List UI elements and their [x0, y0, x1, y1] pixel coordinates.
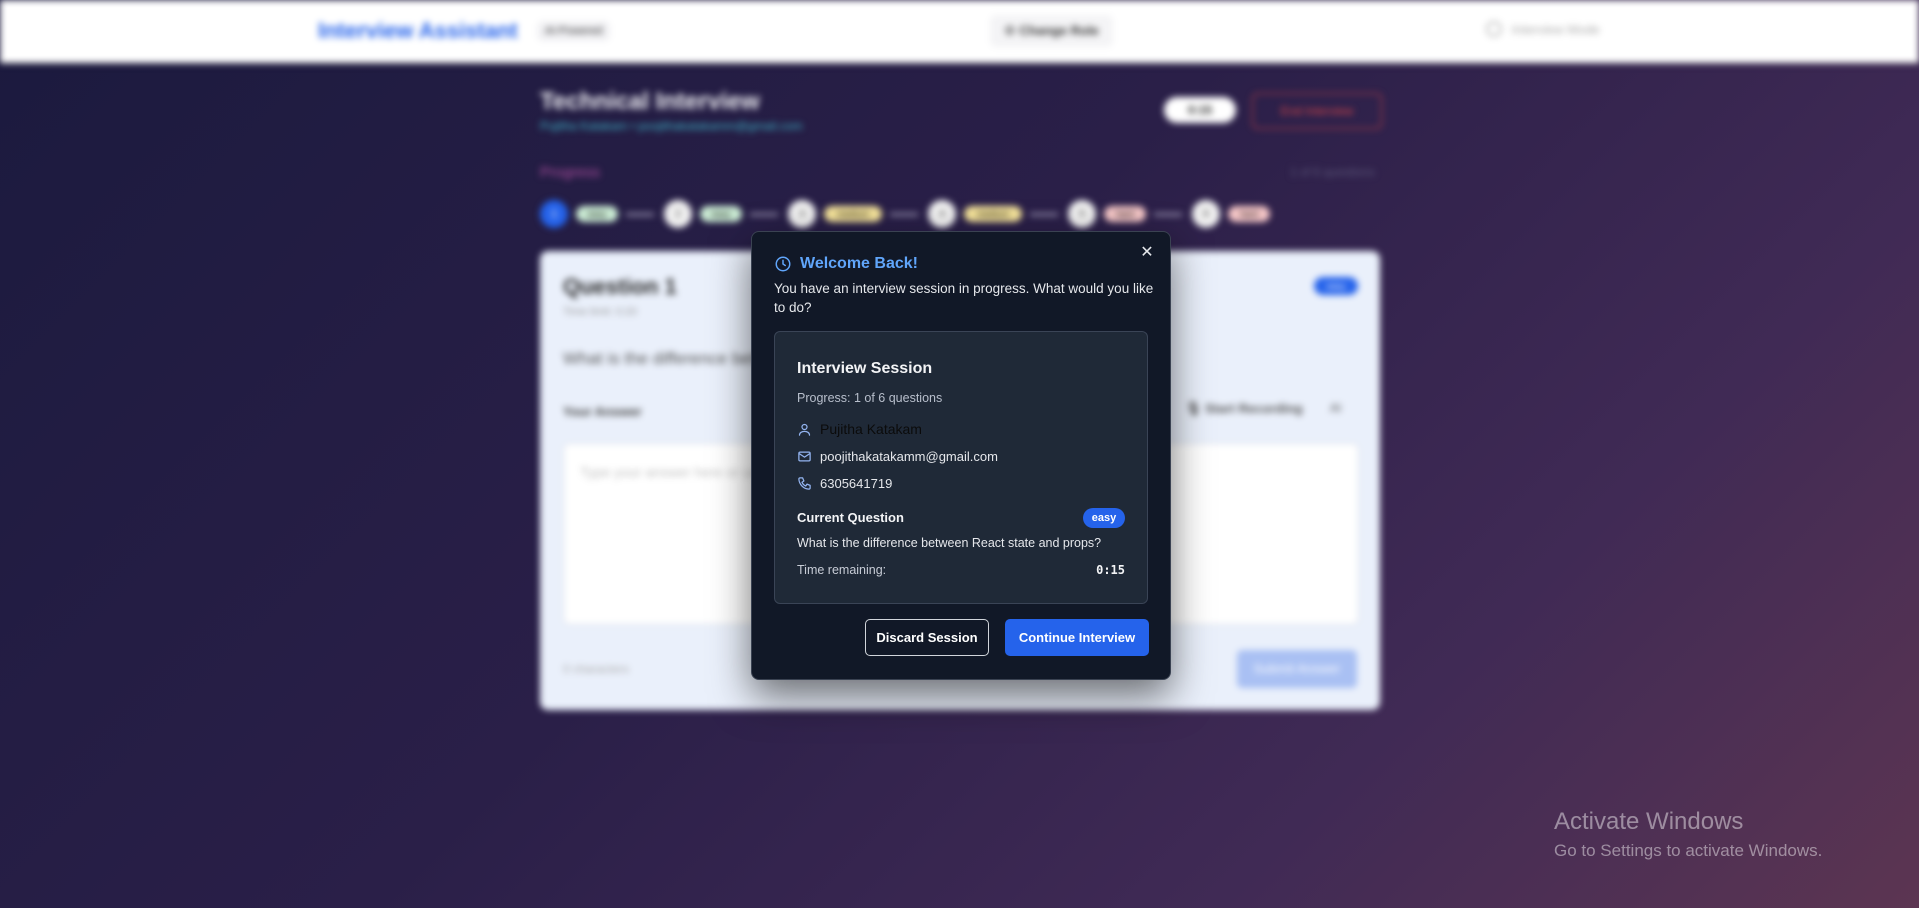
character-count: 0 characters [563, 662, 630, 676]
clock-icon [775, 256, 791, 272]
difficulty-badge: easy [1314, 277, 1358, 295]
continue-interview-button[interactable]: Continue Interview [1005, 619, 1149, 656]
gear-icon: ⚙ [1004, 23, 1016, 38]
interview-timer: 0:15 [1164, 97, 1236, 123]
question-title: Question 1 [563, 274, 677, 299]
step-difficulty-pill: hard [1104, 206, 1146, 222]
phone-icon [798, 477, 811, 490]
step-1[interactable]: 1 [540, 200, 568, 228]
user-icon [798, 423, 811, 436]
step-difficulty-pill: easy [576, 206, 618, 222]
candidate-name-row: Pujitha Katakam [797, 421, 922, 437]
difficulty-badge: easy [1083, 508, 1125, 528]
step-3[interactable]: 3 [788, 200, 816, 228]
question-time-limit: Time limit: 0:20 [563, 306, 638, 318]
session-progress: Progress: 1 of 6 questions [797, 391, 943, 405]
candidate-email-row: poojithakatakamm@gmail.com [797, 449, 998, 464]
microphone-icon: 🎙 [1185, 401, 1202, 416]
step-5[interactable]: 5 [1068, 200, 1096, 228]
record-label: Start Recording [1205, 401, 1303, 416]
session-summary-card: Interview Session Progress: 1 of 6 quest… [774, 331, 1148, 604]
end-interview-button[interactable]: End Interview [1252, 93, 1382, 129]
activate-windows-title: Activate Windows [1554, 808, 1744, 835]
interview-title: Technical Interview [540, 88, 760, 115]
step-connector [890, 213, 918, 216]
step-difficulty-pill: easy [700, 206, 742, 222]
time-remaining-label: Time remaining: [797, 563, 887, 577]
change-role-label: Change Role [1019, 23, 1099, 38]
ai-toggle-button[interactable]: AI [1330, 401, 1341, 415]
answer-label: Your Answer [563, 404, 642, 419]
time-remaining-value: 0:15 [1096, 563, 1125, 577]
current-question-text: What is the difference between React sta… [797, 536, 1102, 550]
step-2[interactable]: 2 [664, 200, 692, 228]
step-connector [750, 213, 778, 216]
discard-session-button[interactable]: Discard Session [865, 619, 989, 656]
welcome-back-dialog: ✕ Welcome Back! You have an interview se… [751, 231, 1171, 680]
dialog-title: Welcome Back! [800, 255, 918, 272]
step-connector [1154, 213, 1182, 216]
candidate-phone: 6305641719 [820, 476, 893, 491]
interview-mode-indicator[interactable]: Interview Mode [1486, 21, 1600, 37]
submit-answer-button[interactable]: Submit Answer [1237, 650, 1357, 688]
close-icon[interactable]: ✕ [1138, 244, 1156, 262]
candidate-name: Pujitha Katakam [820, 421, 922, 437]
step-4[interactable]: 4 [928, 200, 956, 228]
candidate-subtitle: Pujitha Katakam • poojithakatakamm@gmail… [540, 119, 803, 133]
progress-label: Progress [540, 164, 601, 181]
dialog-header: Welcome Back! [774, 255, 918, 273]
step-6[interactable]: 6 [1192, 200, 1220, 228]
candidate-email: poojithakatakamm@gmail.com [820, 449, 998, 464]
activate-windows-subtitle: Go to Settings to activate Windows. [1554, 841, 1823, 860]
ai-powered-badge: AI-Powered [537, 21, 611, 41]
session-title: Interview Session [797, 360, 933, 377]
step-difficulty-pill: medium [824, 206, 882, 222]
current-question-label: Current Question [797, 510, 904, 525]
progress-count: 1 of 6 questions [1290, 165, 1375, 179]
mode-label: Interview Mode [1511, 22, 1600, 37]
dialog-description: You have an interview session in progres… [774, 281, 1154, 315]
step-difficulty-pill: hard [1228, 206, 1270, 222]
brand-logo[interactable]: Interview Assistant [318, 18, 518, 44]
mode-icon [1486, 21, 1502, 37]
change-role-button[interactable]: ⚙ Change Role [990, 15, 1113, 47]
candidate-phone-row: 6305641719 [797, 476, 892, 491]
mail-icon [798, 451, 811, 462]
start-recording-button[interactable]: 🎙 Start Recording [1185, 401, 1303, 417]
step-connector [626, 213, 654, 216]
step-difficulty-pill: medium [964, 206, 1022, 222]
step-connector [1030, 213, 1058, 216]
top-navbar: Interview Assistant AI-Powered ⚙ Change … [0, 0, 1919, 63]
